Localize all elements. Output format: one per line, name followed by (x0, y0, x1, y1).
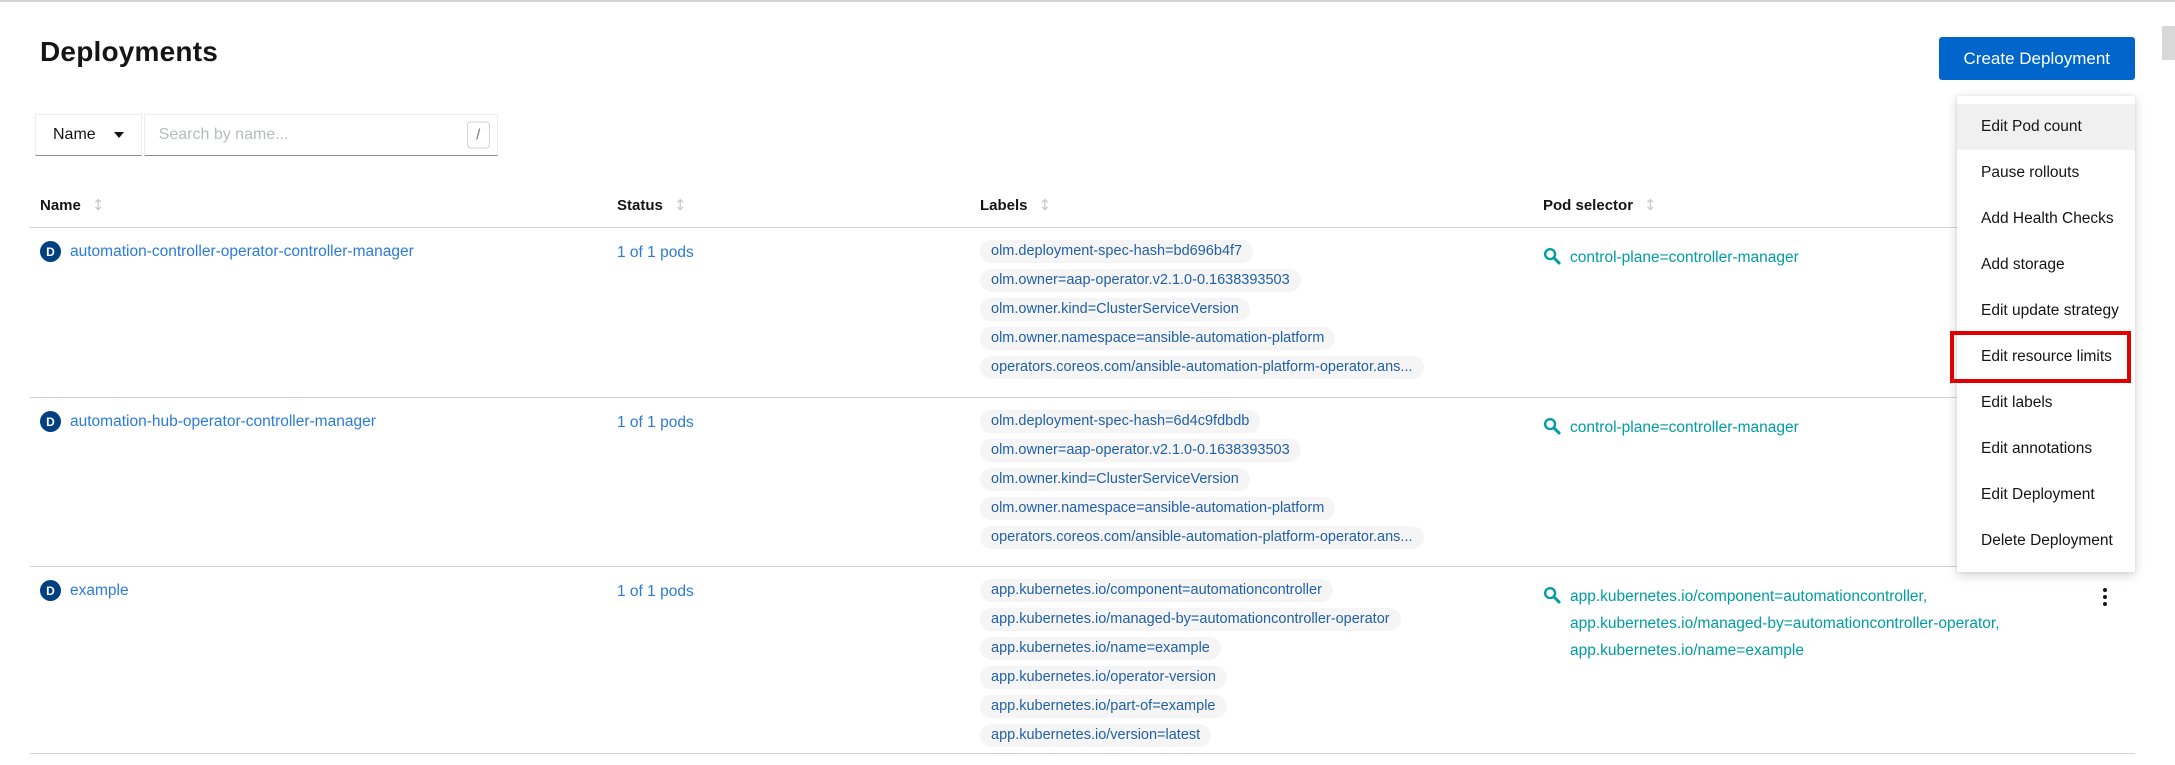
table-row: D automation-controller-operator-control… (30, 228, 2135, 398)
pod-selector-cell: control-plane=controller-manager (1543, 244, 1799, 271)
filter-type-label: Name (53, 126, 96, 144)
menu-item-edit-annotations[interactable]: Edit annotations (1957, 426, 2135, 472)
table-header-row: Name ↕ Status ↕ Labels ↕ Pod selector ↕ (30, 196, 2135, 228)
table-row: D automation-hub-operator-controller-man… (30, 398, 2135, 567)
actions-dropdown-menu: Edit Pod countPause rolloutsAdd Health C… (1957, 96, 2135, 572)
label-chip[interactable]: olm.owner.namespace=ansible-automation-p… (980, 497, 1335, 520)
search-input[interactable] (145, 115, 497, 155)
label-chip[interactable]: app.kubernetes.io/part-of=example (980, 695, 1227, 718)
top-divider (0, 0, 2175, 2)
label-chip[interactable]: app.kubernetes.io/name=example (980, 637, 1221, 660)
pods-status-link[interactable]: 1 of 1 pods (617, 244, 694, 261)
labels-group: olm.deployment-spec-hash=bd696b4f7 olm.ow… (980, 240, 1424, 385)
sort-icon: ↕ (1644, 196, 1657, 214)
label-chip[interactable]: olm.owner.kind=ClusterServiceVersion (980, 468, 1250, 491)
name-cell: D automation-controller-operator-control… (40, 241, 414, 262)
label-chip[interactable]: app.kubernetes.io/managed-by=automationc… (980, 608, 1401, 631)
menu-item-edit-update-strategy[interactable]: Edit update strategy (1957, 288, 2135, 334)
keyboard-shortcut-badge: / (467, 122, 490, 149)
column-header-labels[interactable]: Labels ↕ (980, 196, 1051, 214)
label-chip[interactable]: app.kubernetes.io/version=latest (980, 724, 1211, 747)
menu-item-edit-deployment[interactable]: Edit Deployment (1957, 472, 2135, 518)
menu-item-edit-pod-count[interactable]: Edit Pod count (1957, 104, 2135, 150)
deployment-kind-badge: D (40, 241, 61, 262)
column-header-name-label: Name (40, 197, 81, 214)
name-cell: D example (40, 580, 129, 601)
label-chip[interactable]: app.kubernetes.io/operator-version (980, 666, 1227, 689)
column-header-status-label: Status (617, 197, 663, 214)
sort-icon: ↕ (92, 196, 105, 214)
table-row: D example 1 of 1 pods app.kubernetes.io/… (30, 567, 2135, 754)
kebab-dot (2103, 588, 2107, 592)
pod-selector-line: app.kubernetes.io/managed-by=automationc… (1570, 610, 2000, 637)
pod-selector-link[interactable]: control-plane=controller-manager (1570, 249, 1799, 266)
column-header-labels-label: Labels (980, 197, 1028, 214)
pod-selector-links: app.kubernetes.io/component=automationco… (1570, 583, 2000, 664)
pod-selector-links: control-plane=controller-manager (1570, 414, 1799, 441)
column-header-status[interactable]: Status ↕ (617, 196, 686, 214)
pod-selector-line: app.kubernetes.io/name=example (1570, 637, 2000, 664)
filter-type-dropdown[interactable]: Name (35, 114, 142, 156)
labels-group: olm.deployment-spec-hash=6d4c9fdbdb olm.o… (980, 410, 1424, 555)
deployment-kind-badge: D (40, 580, 61, 601)
deployment-name-link[interactable]: example (70, 582, 129, 600)
menu-item-add-health-checks[interactable]: Add Health Checks (1957, 196, 2135, 242)
menu-item-edit-labels[interactable]: Edit labels (1957, 380, 2135, 426)
caret-down-icon (114, 132, 124, 138)
pods-status-link[interactable]: 1 of 1 pods (617, 583, 694, 600)
page-title: Deployments (40, 36, 218, 68)
pod-selector-links: control-plane=controller-manager (1570, 244, 1799, 271)
status-cell: 1 of 1 pods (617, 244, 694, 262)
deployment-kind-badge: D (40, 411, 61, 432)
menu-item-delete-deployment[interactable]: Delete Deployment (1957, 518, 2135, 564)
table-body: D automation-controller-operator-control… (30, 228, 2135, 754)
label-chip[interactable]: olm.deployment-spec-hash=6d4c9fdbdb (980, 410, 1260, 433)
label-chip[interactable]: olm.owner.kind=ClusterServiceVersion (980, 298, 1250, 321)
label-chip[interactable]: olm.owner=aap-operator.v2.1.0-0.16383935… (980, 269, 1301, 292)
labels-group: app.kubernetes.io/component=automationco… (980, 579, 1401, 753)
kebab-dot (2103, 595, 2107, 599)
label-chip[interactable]: operators.coreos.com/ansible-automation-… (980, 526, 1424, 549)
pod-selector-cell: control-plane=controller-manager (1543, 414, 1799, 441)
deployments-table: Name ↕ Status ↕ Labels ↕ Pod selector ↕ … (30, 196, 2135, 754)
label-chip[interactable]: app.kubernetes.io/component=automationco… (980, 579, 1333, 602)
deployment-name-link[interactable]: automation-controller-operator-controlle… (70, 243, 414, 261)
label-chip[interactable]: olm.deployment-spec-hash=bd696b4f7 (980, 240, 1253, 263)
status-cell: 1 of 1 pods (617, 414, 694, 432)
status-cell: 1 of 1 pods (617, 583, 694, 601)
search-icon (1543, 247, 1561, 265)
kebab-dot (2103, 602, 2107, 606)
filter-toolbar: Name / (35, 114, 498, 156)
label-chip[interactable]: olm.owner=aap-operator.v2.1.0-0.16383935… (980, 439, 1301, 462)
column-header-name[interactable]: Name ↕ (40, 196, 104, 214)
kebab-menu-button[interactable] (2093, 581, 2117, 613)
pods-status-link[interactable]: 1 of 1 pods (617, 414, 694, 431)
pod-selector-line: app.kubernetes.io/component=automationco… (1570, 583, 2000, 610)
column-header-pod-selector[interactable]: Pod selector ↕ (1543, 196, 1657, 214)
menu-item-add-storage[interactable]: Add storage (1957, 242, 2135, 288)
name-cell: D automation-hub-operator-controller-man… (40, 411, 376, 432)
search-field: / (144, 114, 498, 156)
search-icon (1543, 586, 1561, 604)
menu-item-edit-resource-limits[interactable]: Edit resource limits (1957, 334, 2135, 380)
label-chip[interactable]: operators.coreos.com/ansible-automation-… (980, 356, 1424, 379)
sort-icon: ↕ (674, 196, 687, 214)
pod-selector-cell: app.kubernetes.io/component=automationco… (1543, 583, 2000, 664)
pod-selector-line: control-plane=controller-manager (1570, 244, 1799, 271)
pod-selector-link[interactable]: app.kubernetes.io/managed-by=automationc… (1570, 615, 2000, 632)
pod-selector-link[interactable]: app.kubernetes.io/name=example (1570, 642, 1804, 659)
column-header-pod-selector-label: Pod selector (1543, 197, 1633, 214)
pod-selector-link[interactable]: app.kubernetes.io/component=automationco… (1570, 588, 1927, 605)
search-icon (1543, 417, 1561, 435)
label-chip[interactable]: olm.owner.namespace=ansible-automation-p… (980, 327, 1335, 350)
vertical-scrollbar-thumb[interactable] (2162, 26, 2175, 60)
sort-icon: ↕ (1039, 196, 1052, 214)
pod-selector-link[interactable]: control-plane=controller-manager (1570, 419, 1799, 436)
pod-selector-line: control-plane=controller-manager (1570, 414, 1799, 441)
create-deployment-button[interactable]: Create Deployment (1939, 37, 2135, 80)
deployment-name-link[interactable]: automation-hub-operator-controller-manag… (70, 413, 376, 431)
menu-item-pause-rollouts[interactable]: Pause rollouts (1957, 150, 2135, 196)
